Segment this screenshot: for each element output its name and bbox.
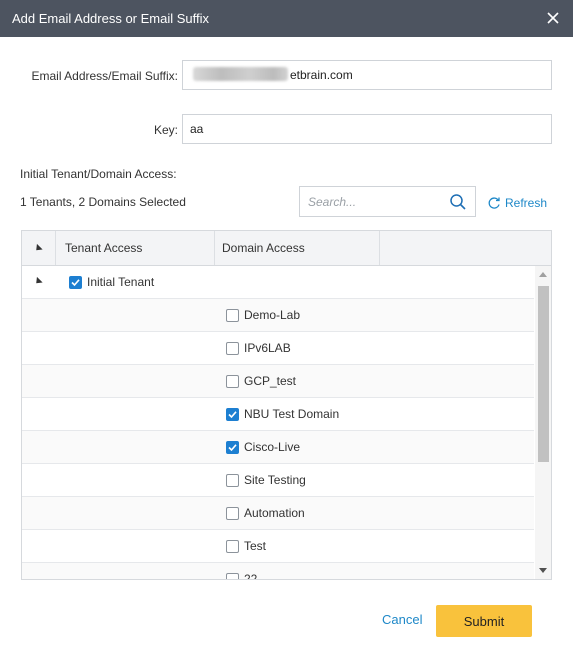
domain-label: Automation <box>244 506 305 520</box>
domain-row[interactable]: GCP_test <box>22 365 534 398</box>
scroll-down-icon[interactable] <box>539 568 547 573</box>
column-header-tenant[interactable]: Tenant Access <box>56 231 215 265</box>
tenant-row[interactable]: Initial Tenant <box>22 266 534 299</box>
tenant-label: Initial Tenant <box>87 275 155 289</box>
domain-label: 22 <box>244 572 258 579</box>
column-header-domain[interactable]: Domain Access <box>215 231 380 265</box>
dialog-title: Add Email Address or Email Suffix <box>12 11 210 26</box>
domain-checkbox[interactable] <box>226 309 239 322</box>
domain-label: Demo-Lab <box>244 308 301 322</box>
domain-row[interactable]: 22 <box>22 563 534 579</box>
domain-label: IPv6LAB <box>244 341 291 355</box>
domain-row[interactable]: Cisco-Live <box>22 431 534 464</box>
collapse-all-toggle[interactable] <box>22 231 56 265</box>
domain-checkbox[interactable] <box>226 342 239 355</box>
domain-label: NBU Test Domain <box>244 407 340 421</box>
dialog-title-bar: Add Email Address or Email Suffix <box>0 0 573 37</box>
scroll-thumb[interactable] <box>538 286 549 462</box>
expand-triangle-icon <box>33 243 43 254</box>
domain-checkbox[interactable] <box>226 573 239 579</box>
domain-label: GCP_test <box>244 374 297 388</box>
grid-scrollbar[interactable] <box>535 266 551 579</box>
domain-row[interactable]: NBU Test Domain <box>22 398 534 431</box>
domain-checkbox[interactable] <box>226 507 239 520</box>
refresh-button[interactable]: Refresh <box>487 195 547 211</box>
search-box <box>299 186 476 217</box>
cancel-button[interactable]: Cancel <box>382 612 422 627</box>
refresh-label: Refresh <box>505 196 548 210</box>
search-input[interactable] <box>300 187 445 216</box>
domain-checkbox[interactable] <box>226 441 239 454</box>
domain-row[interactable]: Automation <box>22 497 534 530</box>
key-label: Key: <box>153 123 178 137</box>
tenant-checkbox[interactable] <box>69 276 82 289</box>
scroll-up-icon[interactable] <box>539 272 547 277</box>
domain-row[interactable]: IPv6LAB <box>22 332 534 365</box>
domain-row[interactable]: Site Testing <box>22 464 534 497</box>
domain-checkbox[interactable] <box>226 540 239 553</box>
domain-checkbox[interactable] <box>226 408 239 421</box>
domain-label: Cisco-Live <box>244 440 301 454</box>
refresh-icon <box>488 197 500 209</box>
search-icon[interactable] <box>449 193 467 211</box>
domain-checkbox[interactable] <box>226 474 239 487</box>
close-icon[interactable] <box>545 10 561 26</box>
domain-row[interactable]: Demo-Lab <box>22 299 534 332</box>
tenant-domain-grid: Tenant Access Domain Access Initial Tena… <box>21 230 552 580</box>
domain-label: Site Testing <box>244 473 306 487</box>
grid-body: Initial Tenant Demo-Lab IPv6LAB GCP_test NB… <box>22 266 534 579</box>
domain-label: Test <box>244 539 267 553</box>
access-section-label: Initial Tenant/Domain Access: <box>20 167 177 181</box>
domain-row[interactable]: Test <box>22 530 534 563</box>
domain-checkbox[interactable] <box>226 375 239 388</box>
key-field[interactable] <box>182 114 552 144</box>
grid-header: Tenant Access Domain Access <box>22 231 551 266</box>
expand-triangle-icon[interactable] <box>33 276 43 287</box>
email-label: Email Address/Email Suffix: <box>31 69 178 83</box>
redacted-email-prefix <box>193 67 288 81</box>
submit-button[interactable]: Submit <box>436 605 532 637</box>
selection-summary: 1 Tenants, 2 Domains Selected <box>20 195 186 209</box>
